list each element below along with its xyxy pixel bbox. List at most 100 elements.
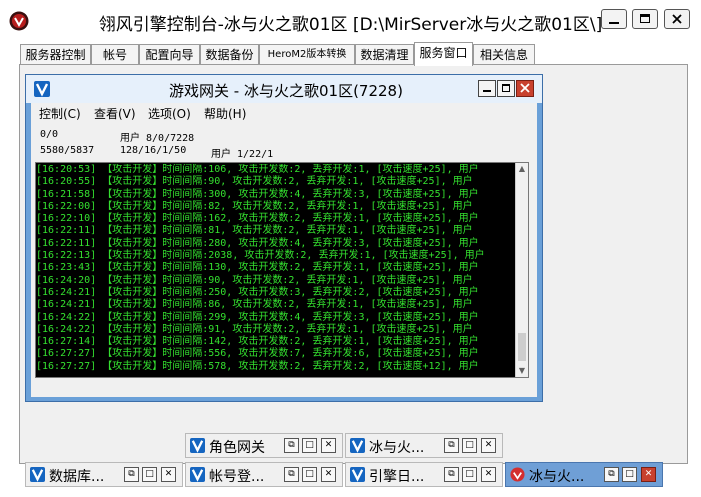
close-button[interactable]: ✕: [161, 467, 176, 482]
log-line: [16:27:27] 【攻击开发】时间间隔:578, 攻击开发数:2, 丢弃开发…: [36, 360, 479, 372]
tab-data-backup[interactable]: 数据备份: [200, 44, 259, 65]
restore-icon: ⧉: [608, 469, 615, 479]
maximize-button[interactable]: □: [302, 438, 317, 453]
icefire-red-icon: [510, 467, 525, 482]
close-button[interactable]: ✕: [321, 438, 336, 453]
maximize-button[interactable]: □: [302, 467, 317, 482]
minimized-icefire-2[interactable]: 冰与火... ⧉ □ ✕: [505, 462, 663, 487]
log-line: [16:24:21] 【攻击开发】时间间隔:86, 攻击开发数:2, 丢弃开发:…: [36, 299, 473, 311]
taskwin-label: 冰与火...: [369, 440, 425, 456]
minimized-icefire-1[interactable]: 冰与火... ⧉ □ ✕: [345, 433, 503, 458]
close-icon: ✕: [324, 440, 333, 450]
role-gateway-v-icon: [190, 438, 205, 453]
stat-r2c2: 128/16/1/50: [120, 145, 187, 156]
gateway-body: 控制(C) 查看(V) 选项(O) 帮助(H) 0/0 用户 8/0/7228 …: [31, 103, 537, 397]
close-icon: ✕: [484, 440, 493, 450]
log-line: [16:27:14] 【攻击开发】时间间隔:142, 攻击开发数:2, 丢弃开发…: [36, 336, 479, 348]
close-button[interactable]: ✕: [481, 438, 496, 453]
tab-related-info[interactable]: 相关信息: [473, 44, 535, 65]
maximize-button[interactable]: □: [462, 467, 477, 482]
maximize-button[interactable]: [632, 9, 658, 29]
taskwin-label: 引擎日...: [369, 469, 425, 485]
restore-button[interactable]: ⧉: [444, 438, 459, 453]
restore-button[interactable]: ⧉: [284, 438, 299, 453]
maximize-icon: [640, 14, 650, 23]
tab-server-control[interactable]: 服务器控制: [20, 44, 91, 65]
gateway-minimize-button[interactable]: [478, 80, 496, 97]
maximize-icon: [502, 84, 510, 92]
log-line: [16:24:20] 【攻击开发】时间间隔:90, 攻击开发数:2, 丢弃开发:…: [36, 274, 473, 286]
menu-view[interactable]: 查看(V): [94, 105, 136, 122]
log-line: [16:24:21] 【攻击开发】时间间隔:250, 攻击开发数:3, 丢弃开发…: [36, 286, 479, 298]
restore-icon: ⧉: [448, 469, 455, 479]
minimized-database[interactable]: 数据库... ⧉ □ ✕: [25, 462, 183, 487]
close-button[interactable]: ✕: [641, 467, 656, 482]
close-icon: ✕: [324, 469, 333, 479]
gateway-v-icon: [34, 81, 50, 97]
maximize-icon: □: [625, 469, 634, 479]
restore-icon: ⧉: [128, 469, 135, 479]
minimized-engine-log[interactable]: 引擎日... ⧉ □ ✕: [345, 462, 503, 487]
minimized-account-login[interactable]: 帐号登... ⧉ □ ✕: [185, 462, 343, 487]
gateway-menubar: 控制(C) 查看(V) 选项(O) 帮助(H): [31, 103, 537, 123]
close-icon: [520, 83, 530, 93]
scroll-thumb[interactable]: [518, 333, 526, 361]
engine-log-v-icon: [350, 467, 365, 482]
maximize-button[interactable]: □: [622, 467, 637, 482]
log-line: [16:22:13] 【攻击开发】时间间隔:2038, 攻击开发数:2, 丢弃开…: [36, 250, 485, 262]
close-button[interactable]: ✕: [481, 467, 496, 482]
gateway-maximize-button[interactable]: [497, 80, 515, 97]
tab-data-cleanup[interactable]: 数据清理: [355, 44, 414, 65]
taskwin-label: 数据库...: [49, 469, 105, 485]
taskwin-label: 冰与火...: [529, 469, 585, 485]
scroll-up-icon[interactable]: ▲: [516, 163, 528, 175]
tab-service-window[interactable]: 服务窗口: [414, 42, 473, 66]
tab-account[interactable]: 帐号: [91, 44, 139, 65]
restore-button[interactable]: ⧉: [284, 467, 299, 482]
stat-users-total: 用户 8/0/7228: [120, 133, 195, 144]
stat-users-online: 用户 1/22/1: [211, 149, 274, 160]
close-icon: [672, 14, 682, 24]
log-scrollbar[interactable]: ▲ ▼: [515, 163, 528, 377]
maximize-button[interactable]: □: [462, 438, 477, 453]
gateway-stats: 0/0 用户 8/0/7228 5580/5837 128/16/1/50 用户…: [31, 125, 537, 161]
maximize-icon: □: [465, 440, 474, 450]
minimize-button[interactable]: [601, 9, 627, 29]
menu-control[interactable]: 控制(C): [39, 105, 81, 122]
icefire-v-icon: [350, 438, 365, 453]
scroll-down-icon[interactable]: ▼: [516, 365, 528, 377]
stat-r2c1: 5580/5837: [40, 145, 95, 156]
restore-button[interactable]: ⧉: [604, 467, 619, 482]
log-line: [16:27:27] 【攻击开发】时间间隔:556, 攻击开发数:7, 丢弃开发…: [36, 348, 479, 360]
minimize-icon: [609, 22, 619, 24]
account-login-v-icon: [190, 467, 205, 482]
maximize-icon: □: [465, 469, 474, 479]
gateway-close-button[interactable]: [516, 80, 534, 97]
close-button[interactable]: ✕: [321, 467, 336, 482]
restore-button[interactable]: ⧉: [124, 467, 139, 482]
menu-help[interactable]: 帮助(H): [204, 105, 246, 122]
close-button[interactable]: [664, 9, 690, 29]
maximize-icon: □: [305, 469, 314, 479]
log-line: [16:22:11] 【攻击开发】时间间隔:280, 攻击开发数:4, 丢弃开发…: [36, 237, 479, 249]
minimized-role-gateway[interactable]: 角色网关 ⧉ □ ✕: [185, 433, 343, 458]
maximize-icon: □: [305, 440, 314, 450]
log-line: [16:21:58] 【攻击开发】时间间隔:300, 攻击开发数:4, 丢弃开发…: [36, 188, 479, 200]
maximize-icon: □: [145, 469, 154, 479]
restore-icon: ⧉: [288, 469, 295, 479]
stat-r1c1: 0/0: [40, 129, 59, 140]
window-title: 翎风引擎控制台-冰与火之歌01区 [D:\MirServer冰与火之歌01区\]: [98, 15, 603, 35]
log-line: [16:22:00] 【攻击开发】时间间隔:82, 攻击开发数:2, 丢弃开发:…: [36, 200, 473, 212]
log-line: [16:23:43] 【攻击开发】时间间隔:130, 攻击开发数:2, 丢弃开发…: [36, 262, 479, 274]
menu-options[interactable]: 选项(O): [148, 105, 191, 122]
close-icon: ✕: [484, 469, 493, 479]
taskwin-label: 帐号登...: [209, 469, 265, 485]
tab-config-wizard[interactable]: 配置向导: [139, 44, 200, 65]
restore-icon: ⧉: [288, 440, 295, 450]
maximize-button[interactable]: □: [142, 467, 157, 482]
restore-button[interactable]: ⧉: [444, 467, 459, 482]
log-line: [16:24:22] 【攻击开发】时间间隔:299, 攻击开发数:4, 丢弃开发…: [36, 311, 479, 323]
gateway-log-console[interactable]: [16:20:53] 【攻击开发】时间间隔:106, 攻击开发数:2, 丢弃开发…: [35, 162, 529, 378]
tab-herom2-convert[interactable]: HeroM2版本转换: [259, 44, 355, 65]
close-icon: ✕: [644, 469, 653, 479]
